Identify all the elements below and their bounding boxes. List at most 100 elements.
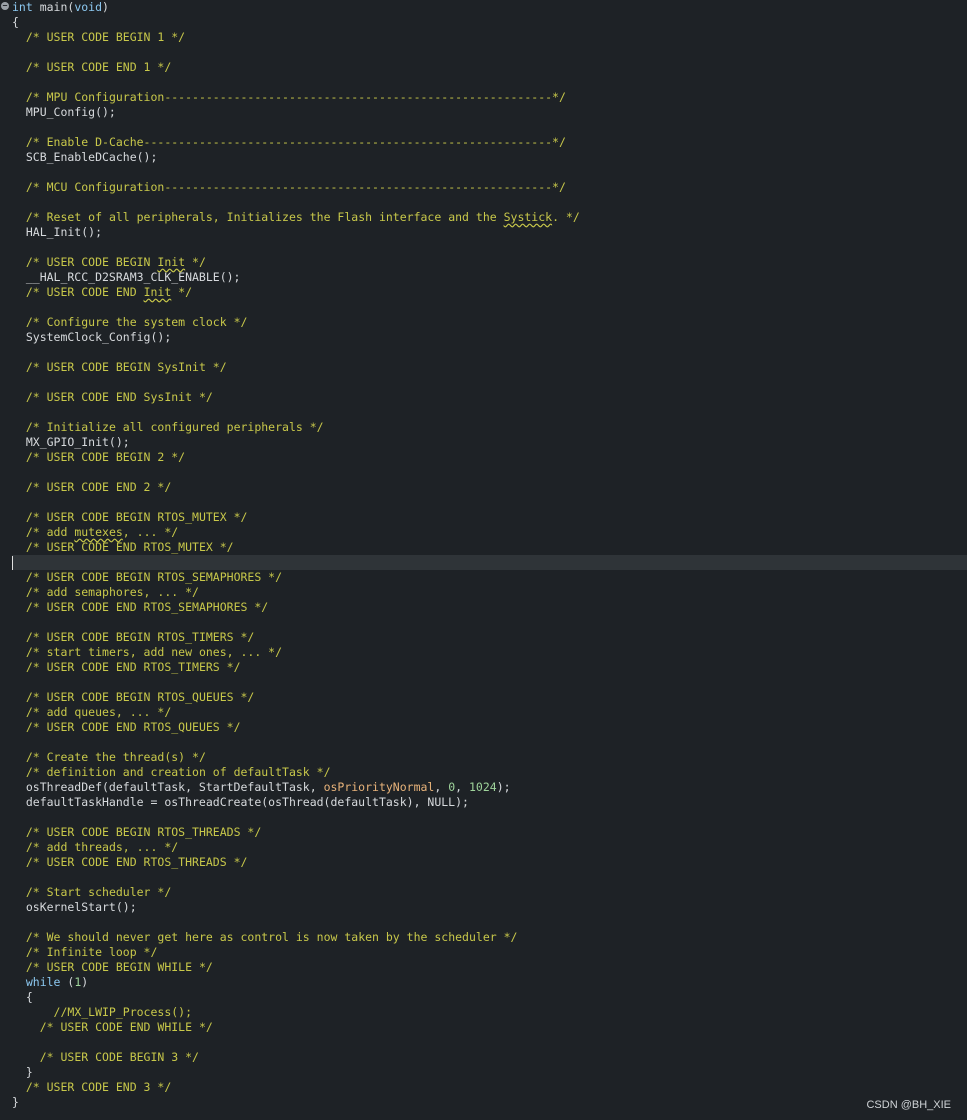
code-line[interactable]: /* USER CODE END RTOS_THREADS */ [12, 855, 967, 870]
fold-collapse-icon[interactable]: − [1, 2, 9, 10]
code-line[interactable]: /* USER CODE END RTOS_SEMAPHORES */ [12, 600, 967, 615]
code-line[interactable]: /* USER CODE END Init */ [12, 285, 967, 300]
code-line[interactable]: /* USER CODE BEGIN 3 */ [12, 1050, 967, 1065]
comment-token: /* Configure the system clock */ [25, 315, 248, 329]
code-line[interactable] [12, 300, 967, 315]
code-line[interactable]: /* add semaphores, ... */ [12, 585, 967, 600]
code-line[interactable]: //MX_LWIP_Process(); [12, 1005, 967, 1020]
comment-token: Systick [503, 210, 553, 224]
code-line[interactable]: /* Create the thread(s) */ [12, 750, 967, 765]
code-line[interactable] [12, 45, 967, 60]
code-line[interactable]: SystemClock_Config(); [12, 330, 967, 345]
code-line[interactable]: int main(void) [12, 0, 967, 15]
code-token: osPriorityNormal [323, 780, 435, 794]
code-line[interactable]: { [12, 990, 967, 1005]
code-line[interactable]: /* definition and creation of defaultTas… [12, 765, 967, 780]
code-line[interactable] [12, 195, 967, 210]
code-line[interactable] [12, 465, 967, 480]
code-line[interactable]: defaultTaskHandle = osThreadCreate(osThr… [12, 795, 967, 810]
code-line[interactable]: /* USER CODE BEGIN RTOS_SEMAPHORES */ [12, 570, 967, 585]
code-line[interactable]: SCB_EnableDCache(); [12, 150, 967, 165]
code-line[interactable] [12, 495, 967, 510]
code-token: SystemClock_Config(); [12, 330, 172, 344]
code-token: osThreadDef(defaultTask, StartDefaultTas… [12, 780, 324, 794]
code-line[interactable] [12, 615, 967, 630]
code-line[interactable] [12, 555, 967, 570]
code-line[interactable]: /* Start scheduler */ [12, 885, 967, 900]
code-line[interactable]: /* Initialize all configured peripherals… [12, 420, 967, 435]
code-line[interactable]: } [12, 1065, 967, 1080]
code-line[interactable]: /* USER CODE END 3 */ [12, 1080, 967, 1095]
code-line[interactable]: HAL_Init(); [12, 225, 967, 240]
code-line[interactable]: /* Enable D-Cache-----------------------… [12, 135, 967, 150]
code-line[interactable]: { [12, 15, 967, 30]
code-line[interactable]: osKernelStart(); [12, 900, 967, 915]
code-line[interactable]: /* USER CODE BEGIN Init */ [12, 255, 967, 270]
code-line[interactable]: __HAL_RCC_D2SRAM3_CLK_ENABLE(); [12, 270, 967, 285]
code-line[interactable] [12, 120, 967, 135]
code-line[interactable] [12, 405, 967, 420]
comment-token: . */ [552, 210, 580, 224]
code-token: { [12, 990, 33, 1004]
code-line[interactable] [12, 345, 967, 360]
code-line[interactable] [12, 810, 967, 825]
code-line[interactable]: /* USER CODE END RTOS_QUEUES */ [12, 720, 967, 735]
code-line[interactable]: /* USER CODE END RTOS_MUTEX */ [12, 540, 967, 555]
comment-token: /* Initialize all configured peripherals… [25, 420, 324, 434]
code-line[interactable]: /* USER CODE BEGIN RTOS_THREADS */ [12, 825, 967, 840]
keyword-token: void [74, 0, 103, 14]
code-line[interactable]: /* We should never get here as control i… [12, 930, 967, 945]
comment-token: /* start timers, add new ones, ... */ [25, 645, 283, 659]
code-line[interactable] [12, 240, 967, 255]
code-line[interactable]: } [12, 1095, 967, 1110]
code-line[interactable] [12, 735, 967, 750]
code-line[interactable]: MPU_Config(); [12, 105, 967, 120]
code-line[interactable] [12, 165, 967, 180]
code-line[interactable]: osThreadDef(defaultTask, StartDefaultTas… [12, 780, 967, 795]
code-line[interactable]: /* USER CODE BEGIN 1 */ [12, 30, 967, 45]
code-line[interactable]: while (1) [12, 975, 967, 990]
code-line[interactable]: /* USER CODE END WHILE */ [12, 1020, 967, 1035]
code-line[interactable]: /* add mutexes, ... */ [12, 525, 967, 540]
code-line[interactable]: /* USER CODE BEGIN RTOS_MUTEX */ [12, 510, 967, 525]
code-line[interactable]: MX_GPIO_Init(); [12, 435, 967, 450]
code-line[interactable]: /* MPU Configuration--------------------… [12, 90, 967, 105]
code-line[interactable]: /* USER CODE BEGIN SysInit */ [12, 360, 967, 375]
code-line[interactable]: /* USER CODE END RTOS_TIMERS */ [12, 660, 967, 675]
code-line[interactable]: /* Configure the system clock */ [12, 315, 967, 330]
code-line[interactable]: /* MCU Configuration--------------------… [12, 180, 967, 195]
code-line[interactable]: /* USER CODE BEGIN WHILE */ [12, 960, 967, 975]
comment-token: /* USER CODE END RTOS_QUEUES */ [25, 720, 241, 734]
code-line[interactable] [12, 675, 967, 690]
code-line[interactable]: /* Infinite loop */ [12, 945, 967, 960]
code-line[interactable]: /* USER CODE BEGIN 2 */ [12, 450, 967, 465]
code-line[interactable]: /* USER CODE END 2 */ [12, 480, 967, 495]
code-line[interactable]: /* start timers, add new ones, ... */ [12, 645, 967, 660]
code-line[interactable]: /* USER CODE BEGIN RTOS_TIMERS */ [12, 630, 967, 645]
comment-token: //MX_LWIP_Process(); [53, 1005, 193, 1019]
code-line[interactable]: /* USER CODE BEGIN RTOS_QUEUES */ [12, 690, 967, 705]
code-line[interactable]: /* add threads, ... */ [12, 840, 967, 855]
code-line[interactable]: /* add queues, ... */ [12, 705, 967, 720]
code-line[interactable] [12, 915, 967, 930]
code-line[interactable]: /* USER CODE END SysInit */ [12, 390, 967, 405]
code-line[interactable] [12, 375, 967, 390]
code-line[interactable] [12, 75, 967, 90]
code-line[interactable]: /* USER CODE END 1 */ [12, 60, 967, 75]
code-line[interactable] [12, 870, 967, 885]
code-line[interactable]: /* Reset of all peripherals, Initializes… [12, 210, 967, 225]
comment-token: /* USER CODE END RTOS_MUTEX */ [25, 540, 234, 554]
code-editor[interactable]: − int main(void){ /* USER CODE BEGIN 1 *… [0, 0, 967, 1120]
comment-token: /* USER CODE BEGIN [25, 255, 158, 269]
code-line[interactable] [12, 1035, 967, 1050]
comment-token: /* add semaphores, ... */ [25, 585, 199, 599]
code-token: ) [81, 975, 89, 989]
